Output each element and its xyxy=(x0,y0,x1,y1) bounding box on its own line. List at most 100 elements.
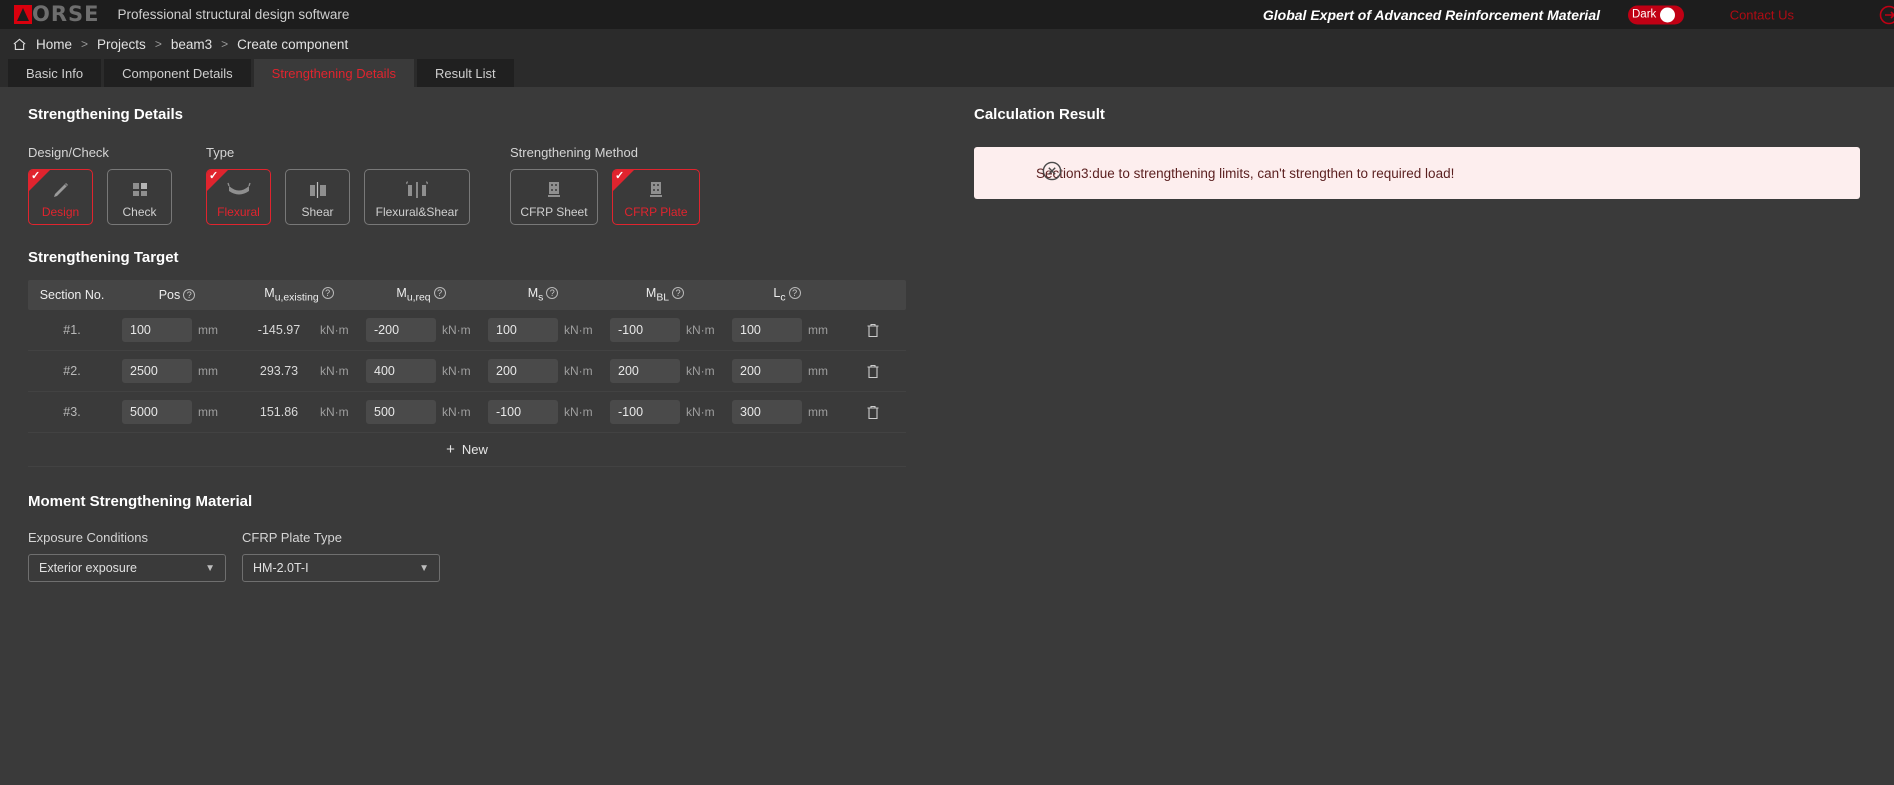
delete-row-button[interactable] xyxy=(848,323,898,338)
table-header-row: Section No. Pos? Mu,existing? Mu,req? Ms… xyxy=(28,280,906,310)
option-flexural-shear[interactable]: Flexural&Shear xyxy=(364,169,470,225)
pencil-icon xyxy=(29,178,92,202)
ms-input[interactable] xyxy=(488,359,558,383)
option-shear-label: Shear xyxy=(301,205,333,219)
tab-result-list[interactable]: Result List xyxy=(417,59,514,87)
exposure-conditions-value: Exterior exposure xyxy=(39,561,137,575)
app-logo: ORSE xyxy=(14,5,100,24)
tab-strengthening-details[interactable]: Strengthening Details xyxy=(254,59,414,87)
cell-mu-req: kN·m xyxy=(360,318,482,342)
cfrp-plate-type-select[interactable]: HM-2.0T-I ▼ xyxy=(242,554,440,582)
strengthening-target-table: Section No. Pos? Mu,existing? Mu,req? Ms… xyxy=(28,280,906,467)
option-flexural-label: Flexural xyxy=(217,205,260,219)
cfrp-sheet-icon xyxy=(511,178,597,202)
cfrp-plate-type-field: CFRP Plate Type HM-2.0T-I ▼ xyxy=(242,530,440,582)
home-icon[interactable] xyxy=(12,37,27,52)
chevron-down-icon: ▼ xyxy=(419,563,429,574)
option-design[interactable]: ✓ Design xyxy=(28,169,93,225)
exposure-conditions-select[interactable]: Exterior exposure ▼ xyxy=(28,554,226,582)
mbl-input[interactable] xyxy=(610,318,680,342)
pos-input[interactable] xyxy=(122,318,192,342)
plus-icon: + xyxy=(446,441,455,458)
logo-mark-icon xyxy=(14,5,32,24)
cell-mbl: kN·m xyxy=(604,400,726,424)
type-group: Type ✓ Flexural xyxy=(206,145,470,225)
option-cfrp-plate[interactable]: ✓ CFRP Plate xyxy=(612,169,700,225)
moment-material-title: Moment Strengthening Material xyxy=(28,493,940,510)
lc-input[interactable] xyxy=(732,359,802,383)
breadcrumb-item-beam3[interactable]: beam3 xyxy=(171,37,212,52)
row-section-no: #2. xyxy=(28,364,116,378)
mu-req-input[interactable] xyxy=(366,359,436,383)
mu-existing-value: -145.97 xyxy=(244,323,314,337)
pos-input[interactable] xyxy=(122,359,192,383)
header-mu-existing: Mu,existing? xyxy=(238,286,360,304)
row-section-no: #3. xyxy=(28,405,116,419)
help-icon[interactable]: ? xyxy=(546,287,558,299)
breadcrumb: Home > Projects > beam3 > Create compone… xyxy=(0,29,1894,59)
cell-lc: mm xyxy=(726,318,848,342)
delete-row-button[interactable] xyxy=(848,405,898,420)
unit-mm: mm xyxy=(808,405,842,419)
breadcrumb-item-create-component[interactable]: Create component xyxy=(237,37,348,52)
option-cfrp-sheet[interactable]: CFRP Sheet xyxy=(510,169,598,225)
breadcrumb-separator: > xyxy=(221,37,228,51)
method-label: Strengthening Method xyxy=(510,145,700,160)
option-check[interactable]: Check xyxy=(107,169,172,225)
cell-pos: mm xyxy=(116,318,238,342)
option-flexural[interactable]: ✓ Flexural xyxy=(206,169,271,225)
ms-input[interactable] xyxy=(488,400,558,424)
calculation-result-panel: Calculation Result Section3:due to stren… xyxy=(940,88,1894,785)
cell-ms: kN·m xyxy=(482,318,604,342)
lc-input[interactable] xyxy=(732,400,802,424)
add-new-label: New xyxy=(462,442,488,457)
design-check-label: Design/Check xyxy=(28,145,172,160)
unit-knm: kN·m xyxy=(442,364,476,378)
mu-req-input[interactable] xyxy=(366,400,436,424)
unit-knm: kN·m xyxy=(564,364,598,378)
option-groups: Design/Check ✓ Design xyxy=(28,145,940,225)
tab-basic-info[interactable]: Basic Info xyxy=(8,59,101,87)
cell-mu-existing: 151.86 kN·m xyxy=(238,405,360,419)
app-header: ORSE Professional structural design soft… xyxy=(0,0,1894,29)
dark-mode-toggle[interactable]: Dark xyxy=(1628,5,1684,24)
unit-mm: mm xyxy=(198,364,232,378)
app-tagline: Professional structural design software xyxy=(118,7,350,22)
option-cfrp-sheet-label: CFRP Sheet xyxy=(520,205,587,219)
mu-req-input[interactable] xyxy=(366,318,436,342)
shear-icon xyxy=(286,178,349,202)
cfrp-plate-type-value: HM-2.0T-I xyxy=(253,561,309,575)
option-shear[interactable]: Shear xyxy=(285,169,350,225)
toggle-knob xyxy=(1660,7,1675,22)
ms-input[interactable] xyxy=(488,318,558,342)
add-new-row-button[interactable]: + New xyxy=(28,433,906,467)
contact-us-link[interactable]: Contact Us xyxy=(1730,7,1794,22)
logout-icon[interactable] xyxy=(1878,4,1894,26)
table-row: #3. mm 151.86 kN·m kN·m kN·m xyxy=(28,392,906,433)
error-message-box: Section3:due to strengthening limits, ca… xyxy=(974,147,1860,199)
cell-mu-req: kN·m xyxy=(360,400,482,424)
header-pos: Pos? xyxy=(116,288,238,302)
row-section-no: #1. xyxy=(28,323,116,337)
calculation-result-title: Calculation Result xyxy=(974,106,1860,123)
breadcrumb-item-home[interactable]: Home xyxy=(36,37,72,52)
mbl-input[interactable] xyxy=(610,359,680,383)
logo-text: ORSE xyxy=(32,5,100,24)
design-check-group: Design/Check ✓ Design xyxy=(28,145,172,225)
delete-row-button[interactable] xyxy=(848,364,898,379)
mbl-input[interactable] xyxy=(610,400,680,424)
cfrp-plate-type-label: CFRP Plate Type xyxy=(242,530,440,545)
pos-input[interactable] xyxy=(122,400,192,424)
unit-mm: mm xyxy=(808,323,842,337)
unit-mm: mm xyxy=(808,364,842,378)
help-icon[interactable]: ? xyxy=(672,287,684,299)
breadcrumb-separator: > xyxy=(155,37,162,51)
help-icon[interactable]: ? xyxy=(434,287,446,299)
lc-input[interactable] xyxy=(732,318,802,342)
breadcrumb-item-projects[interactable]: Projects xyxy=(97,37,146,52)
tab-component-details[interactable]: Component Details xyxy=(104,59,251,87)
help-icon[interactable]: ? xyxy=(183,289,195,301)
help-icon[interactable]: ? xyxy=(789,287,801,299)
help-icon[interactable]: ? xyxy=(322,287,334,299)
cell-ms: kN·m xyxy=(482,400,604,424)
